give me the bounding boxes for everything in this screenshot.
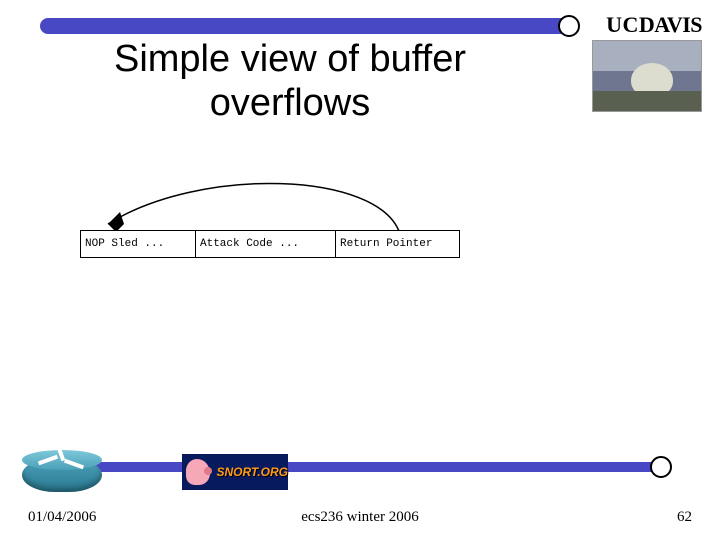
snort-logo-text: SNORT.ORG <box>216 465 288 479</box>
slide-title: Simple view of buffer overflows <box>90 38 490 125</box>
footer-bar-endcap <box>650 456 672 478</box>
header-accent-bar <box>40 18 570 34</box>
ucdavis-logo: UCDAVIS <box>606 12 702 38</box>
header-photo <box>592 40 702 112</box>
nop-sled-cell: NOP Sled ... <box>81 231 196 257</box>
router-icon <box>14 442 110 498</box>
snort-logo: SNORT.ORG <box>182 454 288 490</box>
header-bar-endcap <box>558 15 580 37</box>
attack-code-cell: Attack Code ... <box>196 231 336 257</box>
ucdavis-logo-davis: DAVIS <box>639 12 702 37</box>
return-pointer-cell: Return Pointer <box>336 231 459 257</box>
footer-date: 01/04/2006 <box>28 509 96 526</box>
buffer-layout-row: NOP Sled ... Attack Code ... Return Poin… <box>80 230 460 258</box>
ucdavis-logo-uc: UC <box>606 12 639 37</box>
snort-pig-icon <box>186 459 210 485</box>
footer-accent-bar <box>40 462 660 472</box>
footer-course: ecs236 winter 2006 <box>301 509 418 526</box>
footer: 01/04/2006 ecs236 winter 2006 62 <box>0 509 720 526</box>
buffer-overflow-diagram: NOP Sled ... Attack Code ... Return Poin… <box>80 230 460 270</box>
footer-page-number: 62 <box>677 509 692 526</box>
return-pointer-arrow <box>80 166 460 236</box>
